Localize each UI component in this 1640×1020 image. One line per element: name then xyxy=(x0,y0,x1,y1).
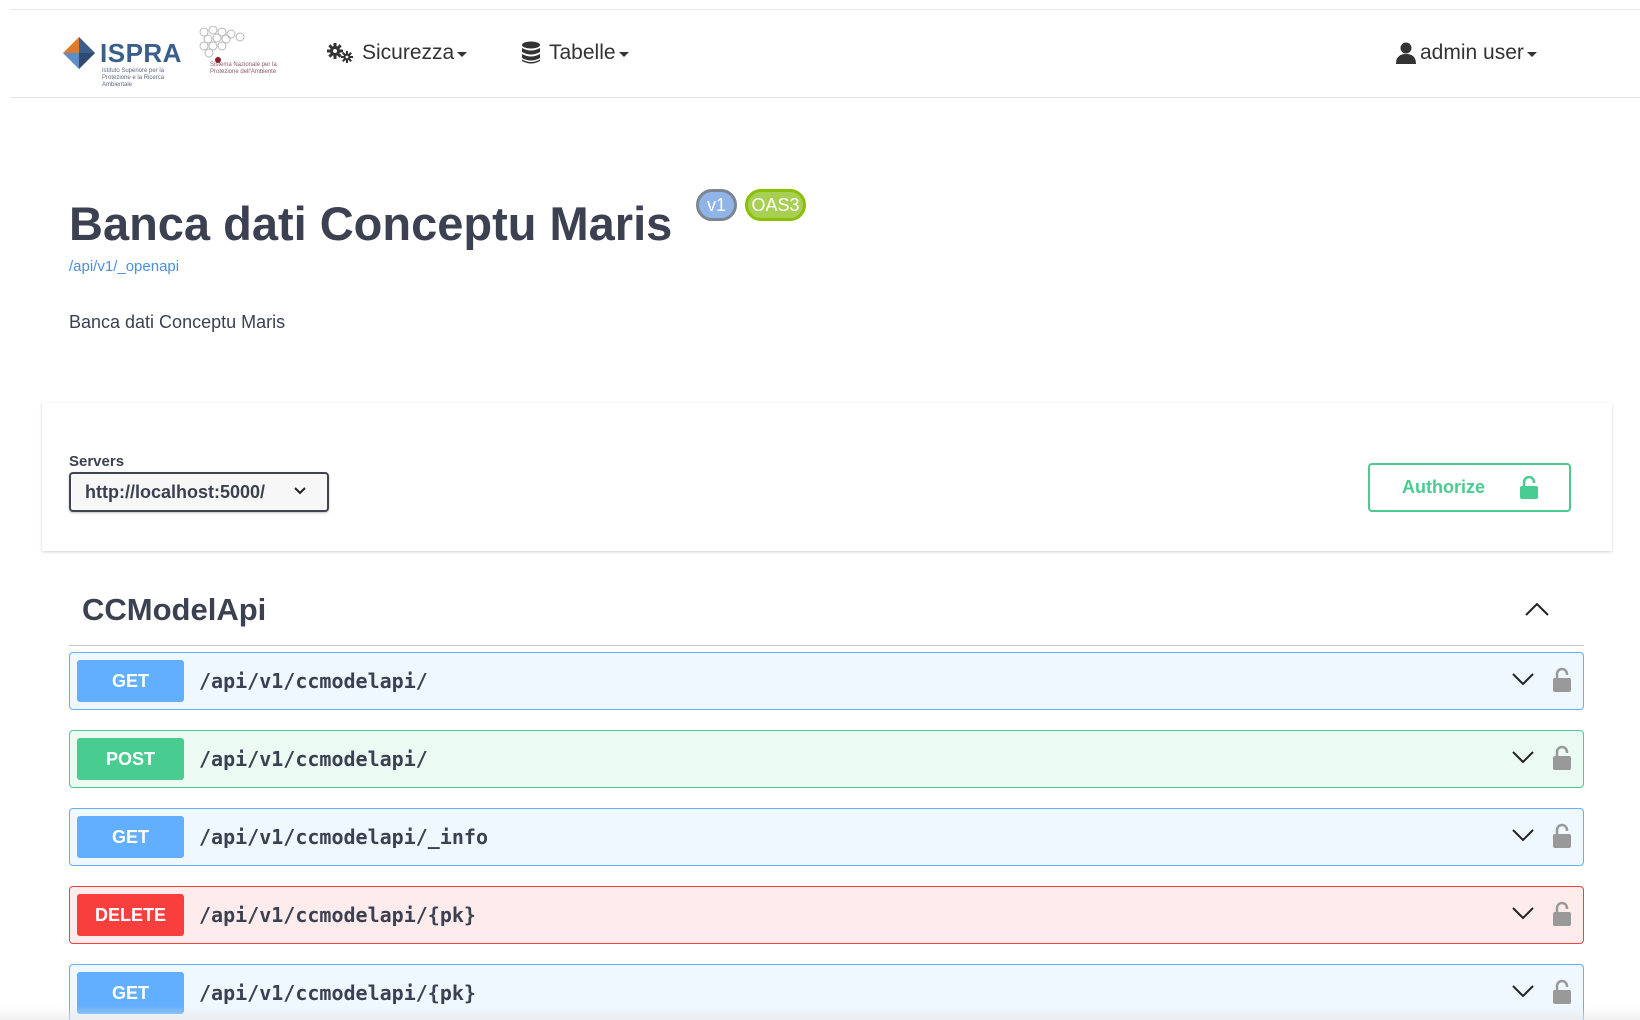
servers-selected-value: http://localhost:5000/ xyxy=(85,481,266,502)
user-menu-label: admin user xyxy=(1420,41,1524,64)
chevron-down-icon[interactable] xyxy=(1511,984,1535,998)
operation-get-ccmodelapi[interactable]: GET /api/v1/ccmodelapi/ xyxy=(69,652,1584,710)
oas-badge: OAS3 xyxy=(745,189,806,221)
unlocked-icon xyxy=(1520,476,1538,499)
version-badge: v1 xyxy=(696,189,737,221)
operation-path: /api/v1/ccmodelapi/{pk} xyxy=(199,903,476,927)
authorize-label: Authorize xyxy=(1402,477,1485,497)
ispra-name: ISPRA xyxy=(100,38,182,68)
lock-icon[interactable] xyxy=(1552,901,1572,927)
lock-icon[interactable] xyxy=(1552,823,1572,849)
chevron-up-icon[interactable] xyxy=(1524,601,1550,617)
chevron-down-icon xyxy=(294,487,306,495)
operation-path: /api/v1/ccmodelapi/_info xyxy=(199,825,488,849)
snpa-network-icon xyxy=(199,26,245,63)
menu-sicurezza[interactable]: Sicurezza xyxy=(326,38,468,68)
caret-down-icon xyxy=(618,52,629,57)
chevron-down-icon[interactable] xyxy=(1511,672,1535,686)
scheme-container: Servers http://localhost:5000/ Authorize xyxy=(42,403,1612,551)
ispra-subtitle: Istituto Superiore per la Protezione e l… xyxy=(102,68,165,88)
lock-icon[interactable] xyxy=(1552,745,1572,771)
chevron-down-icon[interactable] xyxy=(1511,906,1535,920)
method-badge: GET xyxy=(77,660,184,702)
lock-icon[interactable] xyxy=(1552,979,1572,1005)
tag-header[interactable]: CCModelApi xyxy=(69,580,1584,646)
servers-select[interactable]: http://localhost:5000/ xyxy=(69,472,329,512)
method-badge: GET xyxy=(77,816,184,858)
chevron-down-icon[interactable] xyxy=(1511,828,1535,842)
servers-label: Servers xyxy=(69,453,125,470)
ispra-logo[interactable]: ISPRA Istituto Superiore per la Protezio… xyxy=(62,34,192,88)
menu-sicurezza-label: Sicurezza xyxy=(362,41,455,64)
user-menu[interactable]: admin user xyxy=(1396,38,1537,68)
operation-get-ccmodelapi-info[interactable]: GET /api/v1/ccmodelapi/_info xyxy=(69,808,1584,866)
snpa-logo[interactable]: Sistema Nazionale per la Protezione dell… xyxy=(196,26,292,92)
chevron-down-icon[interactable] xyxy=(1511,750,1535,764)
gears-icon xyxy=(326,42,354,64)
method-badge: DELETE xyxy=(77,894,184,936)
page-title: Banca dati Conceptu Maris xyxy=(69,197,673,250)
method-badge: POST xyxy=(77,738,184,780)
api-description: Banca dati Conceptu Maris xyxy=(69,312,286,332)
caret-down-icon xyxy=(457,52,468,57)
caret-down-icon xyxy=(1526,52,1537,57)
menu-tabelle[interactable]: Tabelle xyxy=(521,38,629,68)
operation-path: /api/v1/ccmodelapi/ xyxy=(199,669,428,693)
operation-path: /api/v1/ccmodelapi/ xyxy=(199,747,428,771)
authorize-button[interactable]: Authorize xyxy=(1368,463,1571,512)
operation-delete-ccmodelapi-pk[interactable]: DELETE /api/v1/ccmodelapi/{pk} xyxy=(69,886,1584,944)
bottom-fade xyxy=(0,1006,1640,1020)
operation-post-ccmodelapi[interactable]: POST /api/v1/ccmodelapi/ xyxy=(69,730,1584,788)
operation-path: /api/v1/ccmodelapi/{pk} xyxy=(199,981,476,1005)
menu-tabelle-label: Tabelle xyxy=(549,41,616,64)
snpa-subtitle: Sistema Nazionale per la Protezione dell… xyxy=(210,62,277,75)
ispra-diamond-icon xyxy=(63,37,95,69)
tag-title: CCModelApi xyxy=(82,592,267,627)
lock-icon[interactable] xyxy=(1552,667,1572,693)
user-icon xyxy=(1396,42,1416,64)
database-icon xyxy=(521,41,541,65)
openapi-url-link[interactable]: /api/v1/_openapi xyxy=(69,258,179,275)
navbar: ISPRA Istituto Superiore per la Protezio… xyxy=(10,10,1640,98)
